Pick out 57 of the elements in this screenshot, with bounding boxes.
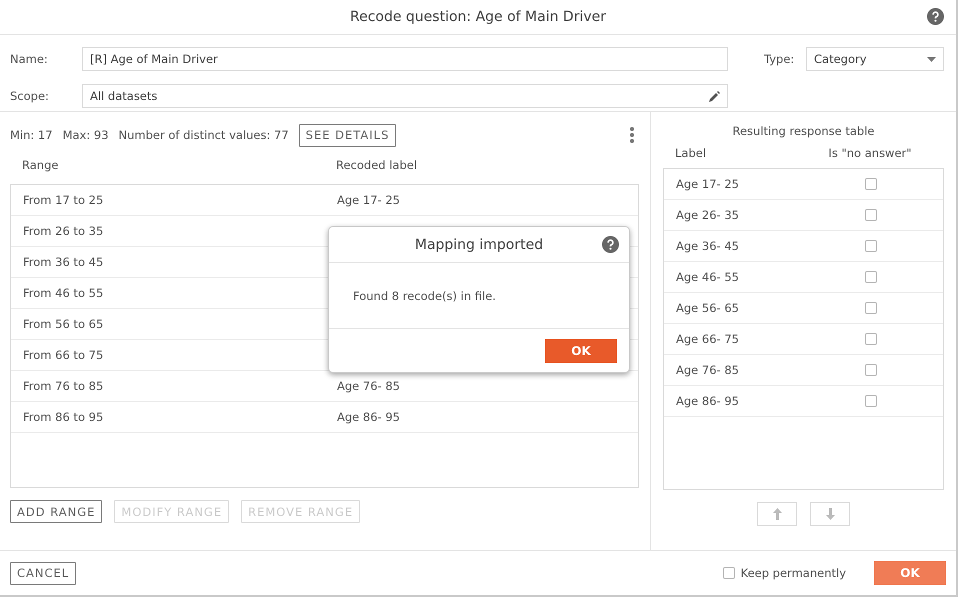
no-answer-checkbox[interactable]: [865, 209, 877, 221]
caret-icon: [927, 56, 936, 62]
label-cell-text: Age 76- 85: [676, 363, 740, 377]
name-label: Name:: [10, 52, 49, 66]
no-answer-checkbox[interactable]: [865, 364, 877, 376]
range-cell-text: From 56 to 65: [23, 317, 104, 331]
label-cell-text: Age 66- 75: [676, 332, 740, 346]
up-arrow-icon: [772, 508, 782, 520]
column-header: Recoded label: [336, 158, 418, 172]
range-cell-text: From 66 to 75: [23, 348, 104, 362]
window-title: Recode question: Age of Main Driver: [350, 9, 606, 25]
pencil-icon[interactable]: [709, 90, 720, 102]
more-options-icon[interactable]: [630, 127, 634, 143]
range-button[interactable]: ADD RANGE: [10, 500, 102, 523]
label-cell-text: Age 46- 55: [676, 270, 740, 284]
dialog-ok-button[interactable]: OK: [545, 338, 617, 362]
column-header: Label: [675, 146, 708, 160]
label-cell-text: Age 36- 45: [676, 239, 740, 253]
column-header: Is "no answer": [827, 146, 913, 160]
keep-checkbox[interactable]: [722, 567, 735, 579]
no-answer-checkbox[interactable]: [865, 240, 877, 252]
label-cell-text: Age 86- 95: [676, 394, 740, 408]
name-field[interactable]: [R] Age of Main Driver: [82, 47, 728, 71]
column-header: Range: [22, 158, 60, 172]
dialog-message: Found 8 recode(s) in file.: [329, 263, 629, 329]
help-icon[interactable]: [602, 236, 619, 253]
label-cell-text: Age 56- 65: [676, 301, 740, 315]
label-cell-text: Age 26- 35: [676, 208, 740, 222]
stat-text: Max: 93: [62, 128, 109, 142]
no-answer-checkbox[interactable]: [865, 178, 877, 190]
dialog-title: Mapping imported: [414, 236, 544, 252]
label-cell: Age 86- 95: [337, 410, 400, 424]
label-cell-text: Age 17- 25: [676, 177, 740, 191]
no-answer-checkbox[interactable]: [865, 302, 877, 314]
type-dropdown[interactable]: Category: [806, 47, 944, 71]
no-answer-checkbox[interactable]: [865, 333, 877, 345]
see-details-button[interactable]: SEE DETAILS: [298, 124, 396, 146]
range-cell-text: From 26 to 35: [23, 224, 104, 238]
scope-field[interactable]: All datasets: [82, 84, 728, 108]
label-cell: Age 17- 25: [337, 193, 400, 207]
type-label: Type:: [764, 52, 796, 66]
range-cell-text: From 46 to 55: [23, 286, 104, 300]
stat-text: Number of distinct values: 77: [118, 128, 289, 142]
help-icon[interactable]: [927, 8, 944, 25]
cancel-button[interactable]: CANCEL: [10, 562, 76, 584]
no-answer-checkbox[interactable]: [865, 395, 877, 407]
range-cell-text: From 76 to 85: [23, 379, 104, 393]
response-table-title: Resulting response table: [732, 124, 876, 138]
range-cell-text: From 36 to 45: [23, 255, 104, 269]
down-arrow-icon: [826, 508, 834, 520]
label-cell: Age 76- 85: [337, 379, 400, 393]
range-cell-text: From 17 to 25: [23, 193, 104, 207]
no-answer-checkbox[interactable]: [865, 271, 877, 283]
stat-text: Min: 17: [10, 128, 53, 142]
range-cell-text: From 86 to 95: [23, 410, 104, 424]
keep-permanently-label: Keep permanently: [740, 566, 846, 580]
scope-label: Scope:: [10, 89, 50, 103]
